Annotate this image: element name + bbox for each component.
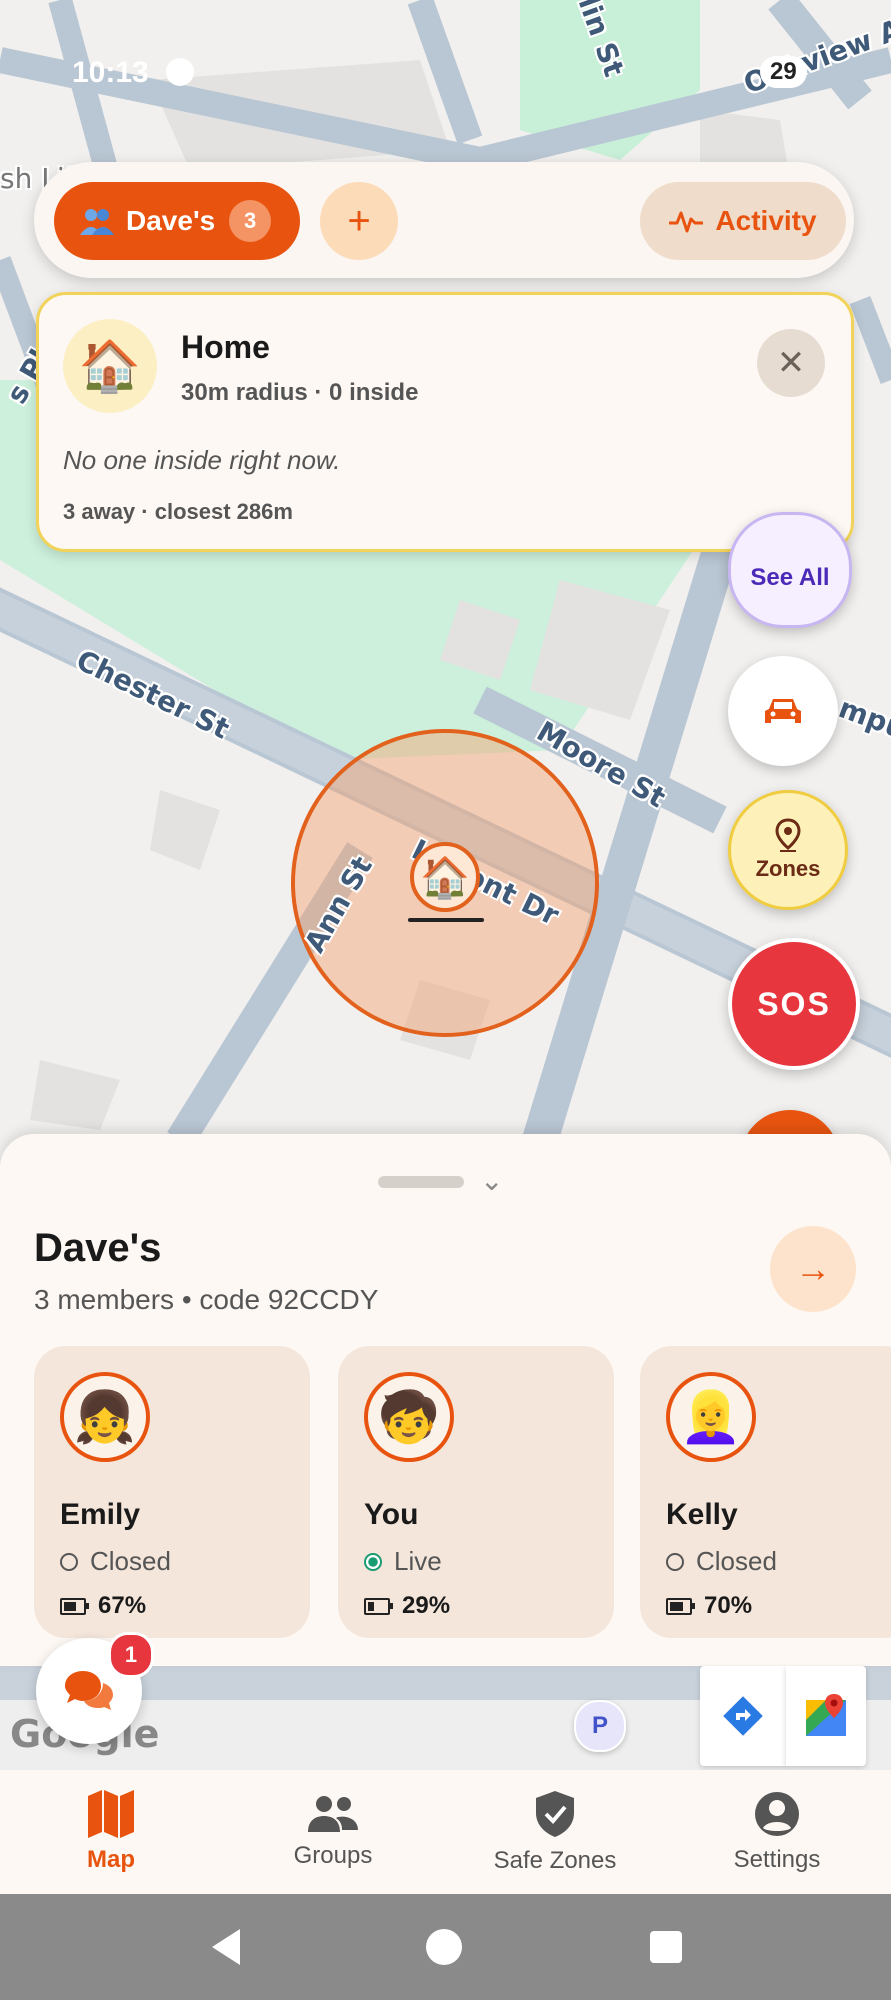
member-status: Closed: [666, 1546, 777, 1577]
group-name-label: Dave's: [126, 205, 216, 236]
status-live-icon: [364, 1552, 382, 1571]
nav-groups[interactable]: Groups: [222, 1770, 444, 1894]
sos-label: SOS: [757, 985, 831, 1022]
back-button[interactable]: [196, 1894, 256, 2000]
zone-avatar: 🏠: [63, 319, 157, 413]
nav-safe-zones[interactable]: Safe Zones: [444, 1770, 666, 1894]
nav-settings-label: Settings: [733, 1846, 821, 1873]
member-name: You: [364, 1498, 419, 1531]
directions-button[interactable]: [700, 1666, 786, 1766]
nav-groups-label: Groups: [293, 1842, 373, 1869]
home-button[interactable]: [414, 1894, 474, 2000]
drag-handle[interactable]: [378, 1176, 464, 1188]
zones-button[interactable]: Zones: [728, 790, 848, 910]
account-icon: [755, 1792, 799, 1836]
nav-map-label: Map: [87, 1846, 135, 1873]
bottom-navigation: Map Groups Safe Zones Settings: [0, 1770, 891, 1894]
activity-label: Activity: [715, 205, 817, 236]
nav-settings[interactable]: Settings: [666, 1770, 888, 1894]
car-icon: [765, 699, 801, 723]
member-battery: 29%: [364, 1592, 450, 1620]
arrow-right-icon: →: [795, 1248, 831, 1289]
zone-note: No one inside right now.: [63, 445, 341, 475]
open-group-button[interactable]: →: [770, 1226, 856, 1312]
chat-bubbles-icon: [65, 1671, 113, 1710]
member-battery: 70%: [666, 1592, 752, 1620]
nav-map[interactable]: Map: [0, 1770, 222, 1894]
home-marker-shadow: [408, 918, 484, 922]
member-status: Closed: [60, 1546, 171, 1577]
avatar: 🧒: [364, 1372, 454, 1462]
google-maps-icon: [806, 1694, 846, 1736]
recents-button[interactable]: [636, 1894, 696, 2000]
add-group-button[interactable]: +: [320, 182, 398, 260]
member-card[interactable]: 👧 Emily Closed 67%: [34, 1346, 310, 1638]
people-icon: [80, 209, 114, 235]
location-pin-icon: [775, 818, 801, 852]
member-name: Kelly: [666, 1498, 738, 1531]
status-closed-icon: [666, 1552, 684, 1571]
zones-label: Zones: [755, 856, 821, 881]
group-selector-button[interactable]: Dave's 3: [54, 182, 300, 260]
groups-icon: [308, 1796, 358, 1832]
home-circle-icon: [426, 1929, 462, 1965]
member-status: Live: [364, 1546, 442, 1577]
member-battery: 67%: [60, 1592, 146, 1620]
home-marker-icon: 🏠: [420, 855, 470, 900]
sos-button[interactable]: SOS: [728, 938, 860, 1070]
member-card[interactable]: 👱‍♀️ Kelly Closed 70%: [640, 1346, 891, 1638]
activity-button[interactable]: Activity: [640, 182, 846, 260]
see-all-label: See All: [750, 564, 830, 591]
home-marker[interactable]: 🏠: [410, 842, 480, 912]
parking-icon: P: [574, 1700, 626, 1752]
top-bar: Dave's 3 + Activity: [34, 162, 854, 278]
battery-icon: [666, 1597, 695, 1615]
see-all-button[interactable]: See All: [728, 512, 852, 628]
group-subtitle: 3 members • code 92CCDY: [34, 1284, 379, 1315]
close-icon: ✕: [776, 344, 806, 382]
directions-icon: [723, 1696, 763, 1736]
group-bottom-sheet: ⌄ Dave's 3 members • code 92CCDY → 👧 Emi…: [0, 1134, 891, 1666]
pulse-icon: [669, 211, 704, 233]
status-bar: 10:13 5G 29: [0, 40, 891, 100]
zone-away-summary: 3 away · closest 286m: [63, 499, 293, 524]
chevron-down-icon[interactable]: ⌄: [480, 1164, 503, 1197]
battery-icon: [60, 1597, 89, 1615]
zone-info-card: 🏠 Home 30m radius · 0 inside ✕ No one in…: [36, 292, 854, 552]
zone-subtitle: 30m radius · 0 inside: [181, 379, 419, 406]
system-navigation-bar: [0, 1894, 891, 2000]
plus-icon: +: [347, 198, 371, 243]
google-maps-button[interactable]: [786, 1666, 866, 1766]
status-dot-icon: [166, 58, 194, 86]
recents-icon: [650, 1931, 682, 1963]
battery-icon: [364, 1597, 393, 1615]
member-card[interactable]: 🧒 You Live 29%: [338, 1346, 614, 1638]
back-icon: [212, 1929, 240, 1965]
chat-unread-badge: 1: [108, 1632, 154, 1678]
member-name: Emily: [60, 1498, 141, 1531]
battery-indicator: 29: [760, 56, 807, 88]
status-closed-icon: [60, 1552, 78, 1571]
close-zone-card-button[interactable]: ✕: [757, 329, 825, 397]
avatar: 👱‍♀️: [666, 1372, 756, 1462]
house-icon: 🏠: [78, 337, 142, 394]
status-time: 10:13: [72, 56, 149, 89]
zone-title: Home: [181, 329, 270, 365]
driving-mode-button[interactable]: [728, 656, 838, 766]
shield-check-icon: [536, 1791, 574, 1837]
nav-safe-zones-label: Safe Zones: [493, 1847, 617, 1874]
group-title: Dave's: [34, 1226, 162, 1270]
map-icon: [88, 1790, 134, 1838]
group-count-badge: 3: [229, 200, 272, 242]
avatar: 👧: [60, 1372, 150, 1462]
